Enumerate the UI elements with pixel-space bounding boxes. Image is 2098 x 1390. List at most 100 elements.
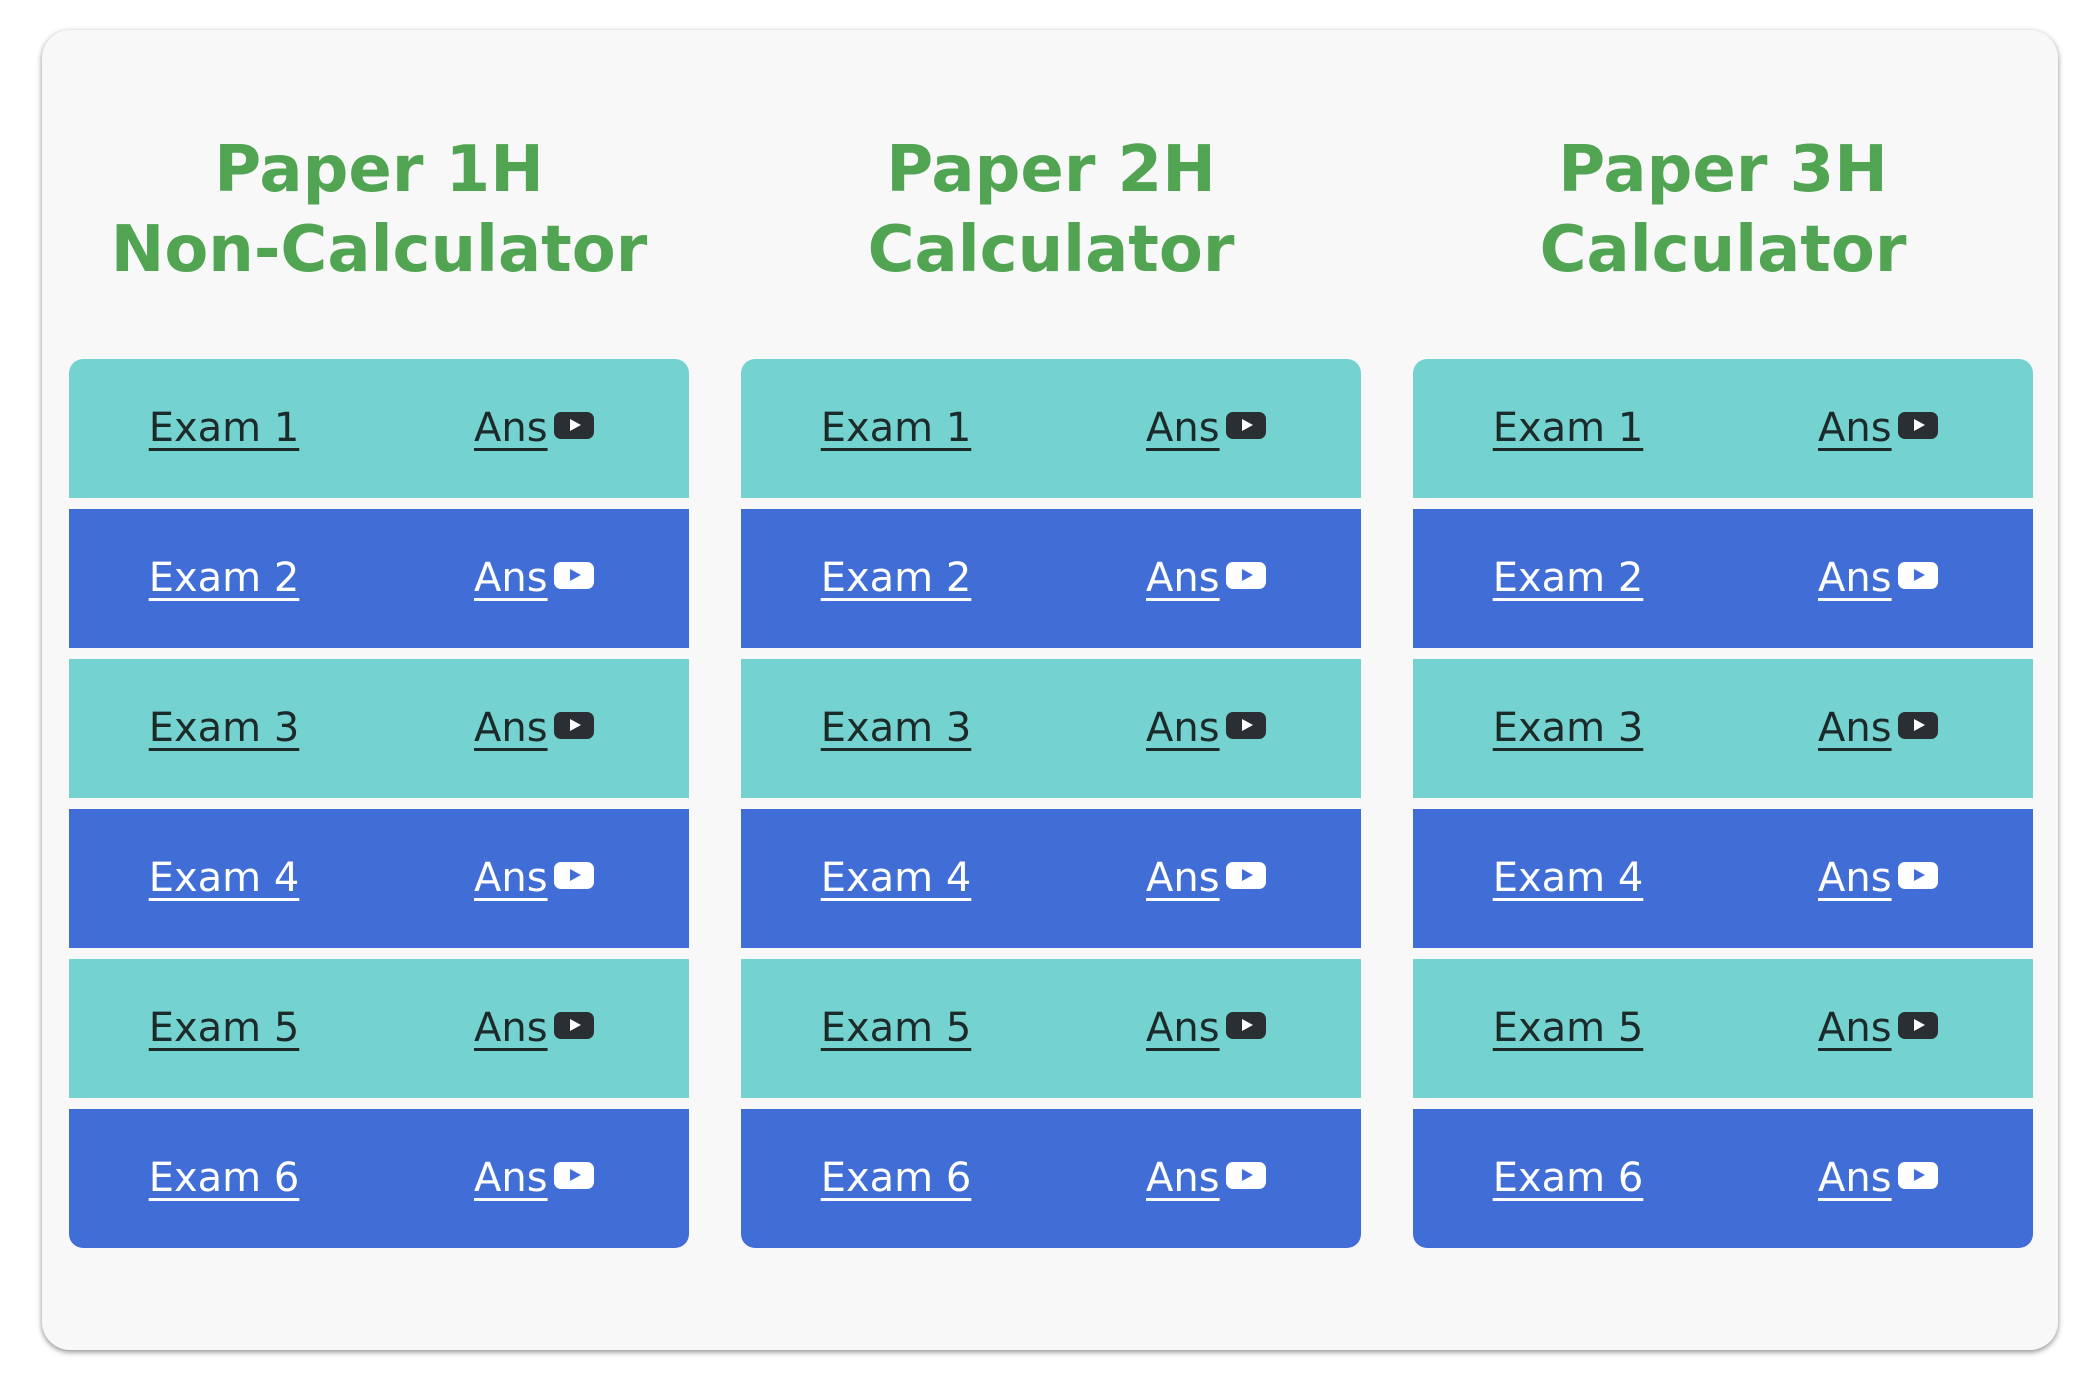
- answers-link[interactable]: Ans: [474, 809, 594, 948]
- paper-title-line2: Non-Calculator: [110, 213, 648, 287]
- exam-row: Exam 3 Ans: [69, 659, 689, 798]
- exam-list: Exam 1 Ans Exam 2 Ans Exam 3 Ans Exam 4 …: [1413, 359, 2033, 1248]
- answers-link[interactable]: Ans: [474, 509, 594, 648]
- exam-papers-card: Paper 1H Non-Calculator Exam 1 Ans Exam …: [42, 30, 2058, 1350]
- exam-link[interactable]: Exam 2: [741, 509, 1051, 648]
- exam-link[interactable]: Exam 1: [741, 359, 1051, 498]
- answers-link[interactable]: Ans: [1146, 509, 1266, 648]
- exam-link[interactable]: Exam 5: [1413, 959, 1723, 1098]
- answers-link[interactable]: Ans: [1818, 359, 1938, 498]
- answers-link[interactable]: Ans: [474, 1109, 594, 1248]
- exam-row: Exam 1 Ans: [1413, 359, 2033, 498]
- youtube-icon: [1225, 1161, 1266, 1189]
- youtube-icon: [1225, 1011, 1266, 1039]
- answers-link[interactable]: Ans: [1146, 809, 1266, 948]
- youtube-icon: [1897, 1011, 1938, 1039]
- youtube-icon: [1897, 861, 1938, 889]
- answers-link[interactable]: Ans: [1818, 659, 1938, 798]
- paper-title-line1: Paper 3H: [1558, 133, 1888, 207]
- exam-row: Exam 2 Ans: [1413, 509, 2033, 648]
- exam-row: Exam 4 Ans: [1413, 809, 2033, 948]
- answers-link[interactable]: Ans: [1818, 509, 1938, 648]
- answers-link[interactable]: Ans: [1146, 959, 1266, 1098]
- answers-label: Ans: [1146, 1155, 1220, 1201]
- answers-link[interactable]: Ans: [474, 959, 594, 1098]
- answers-label: Ans: [474, 1155, 548, 1201]
- youtube-icon: [1897, 711, 1938, 739]
- exam-link[interactable]: Exam 3: [69, 659, 379, 798]
- answers-link[interactable]: Ans: [1146, 1109, 1266, 1248]
- exam-row: Exam 4 Ans: [69, 809, 689, 948]
- exam-row: Exam 6 Ans: [69, 1109, 689, 1248]
- youtube-icon: [553, 711, 594, 739]
- youtube-icon: [553, 1161, 594, 1189]
- exam-link[interactable]: Exam 5: [741, 959, 1051, 1098]
- answers-label: Ans: [1146, 705, 1220, 751]
- youtube-icon: [553, 411, 594, 439]
- answers-label: Ans: [1146, 405, 1220, 451]
- exam-row: Exam 4 Ans: [741, 809, 1361, 948]
- exam-link[interactable]: Exam 5: [69, 959, 379, 1098]
- answers-link[interactable]: Ans: [474, 359, 594, 498]
- answers-link[interactable]: Ans: [474, 659, 594, 798]
- paper-title: Paper 1H Non-Calculator: [69, 130, 689, 290]
- exam-link[interactable]: Exam 4: [69, 809, 379, 948]
- exam-row: Exam 2 Ans: [741, 509, 1361, 648]
- youtube-icon: [1897, 561, 1938, 589]
- exam-link[interactable]: Exam 1: [69, 359, 379, 498]
- answers-label: Ans: [1818, 555, 1892, 601]
- answers-label: Ans: [1146, 555, 1220, 601]
- paper-title-line1: Paper 2H: [886, 133, 1216, 207]
- paper-column-2: Paper 2H Calculator Exam 1 Ans Exam 2 An…: [741, 30, 1361, 1350]
- youtube-icon: [1897, 411, 1938, 439]
- exam-link[interactable]: Exam 2: [69, 509, 379, 648]
- answers-label: Ans: [1818, 1005, 1892, 1051]
- exam-link[interactable]: Exam 2: [1413, 509, 1723, 648]
- answers-link[interactable]: Ans: [1146, 359, 1266, 498]
- exam-list: Exam 1 Ans Exam 2 Ans Exam 3 Ans Exam 4 …: [741, 359, 1361, 1248]
- answers-label: Ans: [474, 1005, 548, 1051]
- exam-link[interactable]: Exam 3: [1413, 659, 1723, 798]
- paper-title-line1: Paper 1H: [214, 133, 544, 207]
- exam-link[interactable]: Exam 1: [1413, 359, 1723, 498]
- youtube-icon: [1225, 711, 1266, 739]
- exam-row: Exam 6 Ans: [1413, 1109, 2033, 1248]
- answers-label: Ans: [1146, 855, 1220, 901]
- paper-title-line2: Calculator: [1539, 213, 1907, 287]
- exam-row: Exam 5 Ans: [69, 959, 689, 1098]
- youtube-icon: [1225, 411, 1266, 439]
- paper-title: Paper 3H Calculator: [1413, 130, 2033, 290]
- answers-link[interactable]: Ans: [1146, 659, 1266, 798]
- answers-label: Ans: [1146, 1005, 1220, 1051]
- answers-label: Ans: [1818, 1155, 1892, 1201]
- exam-link[interactable]: Exam 6: [69, 1109, 379, 1248]
- exam-list: Exam 1 Ans Exam 2 Ans Exam 3 Ans Exam 4 …: [69, 359, 689, 1248]
- paper-column-1: Paper 1H Non-Calculator Exam 1 Ans Exam …: [69, 30, 689, 1350]
- youtube-icon: [553, 1011, 594, 1039]
- exam-row: Exam 3 Ans: [741, 659, 1361, 798]
- exam-link[interactable]: Exam 4: [741, 809, 1051, 948]
- paper-column-3: Paper 3H Calculator Exam 1 Ans Exam 2 An…: [1413, 30, 2033, 1350]
- answers-link[interactable]: Ans: [1818, 959, 1938, 1098]
- answers-label: Ans: [1818, 705, 1892, 751]
- answers-link[interactable]: Ans: [1818, 809, 1938, 948]
- exam-row: Exam 1 Ans: [741, 359, 1361, 498]
- answers-label: Ans: [474, 555, 548, 601]
- exam-link[interactable]: Exam 3: [741, 659, 1051, 798]
- exam-row: Exam 6 Ans: [741, 1109, 1361, 1248]
- exam-row: Exam 3 Ans: [1413, 659, 2033, 798]
- paper-title-line2: Calculator: [867, 213, 1235, 287]
- youtube-icon: [553, 561, 594, 589]
- answers-label: Ans: [474, 855, 548, 901]
- exam-link[interactable]: Exam 6: [1413, 1109, 1723, 1248]
- answers-link[interactable]: Ans: [1818, 1109, 1938, 1248]
- answers-label: Ans: [474, 405, 548, 451]
- answers-label: Ans: [1818, 855, 1892, 901]
- exam-link[interactable]: Exam 4: [1413, 809, 1723, 948]
- exam-row: Exam 2 Ans: [69, 509, 689, 648]
- exam-link[interactable]: Exam 6: [741, 1109, 1051, 1248]
- paper-title: Paper 2H Calculator: [741, 130, 1361, 290]
- youtube-icon: [553, 861, 594, 889]
- exam-row: Exam 5 Ans: [1413, 959, 2033, 1098]
- answers-label: Ans: [474, 705, 548, 751]
